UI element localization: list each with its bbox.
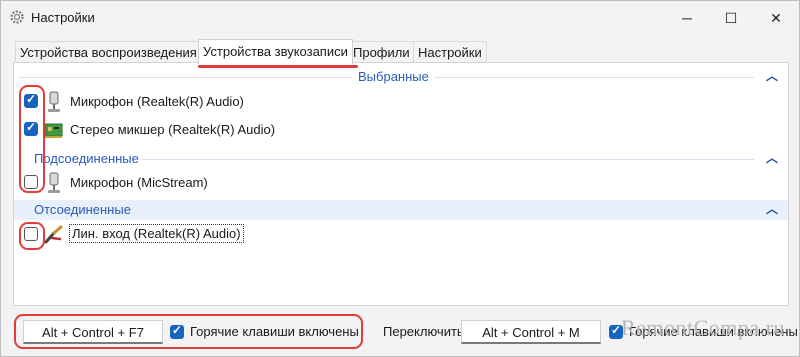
tab-recording-devices[interactable]: Устройства звукозаписи (198, 39, 353, 64)
watermark: RemontCompa.ru (620, 315, 785, 340)
close-icon: ✕ (770, 9, 782, 26)
group-divider (434, 77, 754, 78)
sound-card-icon (44, 123, 63, 138)
group-divider (18, 77, 352, 78)
list-item[interactable]: Стерео микшер (Realtek(R) Audio) (14, 117, 774, 143)
device-checkbox[interactable] (24, 120, 38, 136)
group-header-connected[interactable]: Подсоединенные ︿ (14, 149, 788, 169)
tab-highlight-underline (198, 65, 358, 68)
group-title-selected: Выбранные (358, 69, 429, 84)
tab-playback-devices[interactable]: Устройства воспроизведения (15, 41, 202, 63)
device-checkbox[interactable] (24, 175, 38, 189)
tab-settings[interactable]: Настройки (413, 41, 487, 63)
close-button[interactable]: ✕ (754, 1, 798, 35)
maximize-button[interactable]: ☐ (709, 1, 753, 35)
hotkey-enabled-label: Горячие клавиши включены (190, 324, 359, 339)
tab-profiles[interactable]: Профили (348, 41, 415, 63)
switch-hotkey-field[interactable]: Alt + Control + M (461, 320, 601, 344)
switch-label: Переключить (383, 324, 464, 339)
device-label: Стерео микшер (Realtek(R) Audio) (70, 122, 276, 137)
group-header-disconnected[interactable]: Отсоединенные ︿ (14, 200, 788, 220)
list-item[interactable]: Лин. вход (Realtek(R) Audio) (14, 222, 774, 248)
line-in-cable-icon (44, 225, 63, 244)
device-label: Микрофон (MicStream) (70, 175, 208, 190)
microphone-icon (48, 91, 60, 112)
device-label: Микрофон (Realtek(R) Audio) (70, 94, 244, 109)
device-checkbox[interactable] (24, 92, 38, 108)
hotkeys-bar: Alt + Control + F7 Горячие клавиши включ… (1, 311, 799, 356)
device-checkbox[interactable] (24, 227, 38, 241)
gear-icon (10, 10, 24, 24)
maximize-icon: ☐ (724, 9, 738, 26)
hotkey-field[interactable]: Alt + Control + F7 (23, 320, 163, 344)
minimize-icon: ─ (682, 10, 692, 26)
minimize-button[interactable]: ─ (665, 1, 709, 35)
settings-window: Настройки ─ ☐ ✕ Устройства воспроизведен… (0, 0, 800, 357)
list-item[interactable]: Микрофон (MicStream) (14, 170, 774, 196)
hotkey-enabled-checkbox[interactable] (170, 323, 184, 339)
microphone-icon (48, 172, 60, 193)
group-title-disconnected: Отсоединенные (34, 202, 131, 217)
list-item[interactable]: Микрофон (Realtek(R) Audio) (14, 89, 774, 115)
group-header-selected[interactable]: Выбранные ︿ (14, 67, 788, 87)
device-label: Лин. вход (Realtek(R) Audio) (69, 224, 244, 243)
chevron-up-icon[interactable]: ︿ (766, 67, 778, 84)
chevron-up-icon[interactable]: ︿ (766, 200, 778, 217)
group-title-connected: Подсоединенные (34, 151, 139, 166)
group-divider (142, 159, 754, 160)
title-bar: Настройки ─ ☐ ✕ (1, 1, 799, 35)
devices-panel: Выбранные ︿ Микрофон (Realtek(R) Audio) … (13, 62, 789, 306)
chevron-up-icon[interactable]: ︿ (766, 149, 778, 166)
window-title: Настройки (31, 10, 95, 25)
